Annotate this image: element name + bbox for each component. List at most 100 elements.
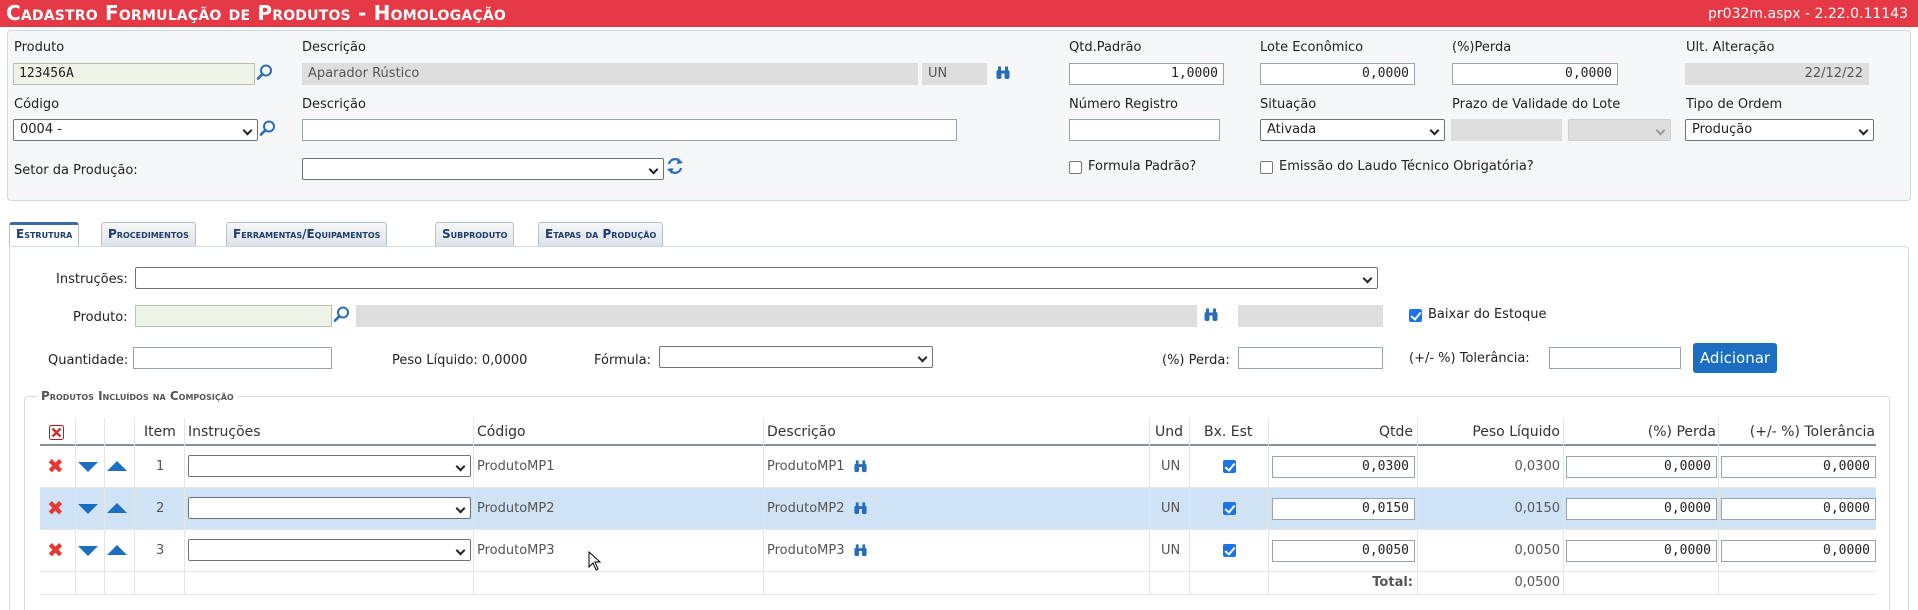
codigo-search-icon[interactable] — [259, 119, 277, 137]
tipo-ordem-select[interactable]: Produção — [1685, 119, 1874, 141]
emissao-laudo-label: Emissão do Laudo Técnico Obrigatória? — [1279, 159, 1534, 174]
row-separator — [40, 529, 1876, 530]
row-item: 3 — [156, 543, 165, 558]
ult-alteracao-input: 22/12/22 — [1685, 63, 1869, 85]
row-und: UN — [1161, 501, 1181, 516]
quantidade-label: Quantidade: — [48, 353, 129, 368]
numero-registro-label: Número Registro — [1069, 97, 1178, 112]
delete-all-icon[interactable] — [49, 425, 64, 440]
table-row: ✖ 1 ProdutoMP1 ProdutoMP1 UN 0,0300 0,03… — [40, 447, 1876, 487]
produto-estrutura-input[interactable] — [135, 305, 332, 327]
qtd-padrao-label: Qtd.Padrão — [1069, 40, 1142, 55]
tolerancia-input[interactable] — [1549, 347, 1681, 369]
row-bx-est-checkbox[interactable] — [1223, 544, 1236, 557]
instrucoes-select[interactable] — [135, 267, 1378, 289]
row-perda-input[interactable]: 0,0000 — [1566, 540, 1717, 562]
tab-procedimentos[interactable]: Procedimentos — [101, 222, 196, 246]
table-row: ✖ 2 ProdutoMP2 ProdutoMP2 UN 0,0150 0,01… — [40, 489, 1876, 529]
row-instrucoes-select[interactable] — [188, 455, 471, 477]
col-bx-est: Bx. Est — [1204, 424, 1253, 440]
numero-registro-input[interactable] — [1069, 119, 1220, 141]
codigo-label: Código — [14, 97, 60, 112]
row-qtde-input[interactable]: 0,0150 — [1272, 498, 1415, 520]
baixar-estoque-checkbox[interactable] — [1409, 309, 1422, 322]
title-bar: Cadastro Formulação de Produtos - Homolo… — [0, 0, 1918, 27]
qtd-padrao-input[interactable]: 1,0000 — [1069, 63, 1224, 85]
move-down-icon[interactable] — [78, 461, 98, 473]
chevron-down-icon — [917, 352, 928, 363]
formula-select[interactable] — [659, 346, 933, 368]
binoculars-icon[interactable] — [853, 543, 868, 558]
situacao-select[interactable]: Ativada — [1260, 119, 1445, 141]
formula-padrao-checkbox[interactable] — [1069, 161, 1082, 174]
row-instrucoes-select[interactable] — [188, 539, 471, 561]
unit-input: UN — [922, 63, 987, 85]
tab-estrutura[interactable]: Estrutura — [9, 222, 80, 247]
move-up-icon[interactable] — [107, 544, 127, 556]
move-down-icon[interactable] — [78, 503, 98, 515]
row-perda-input[interactable]: 0,0000 — [1566, 456, 1717, 478]
binoculars-icon[interactable] — [1203, 307, 1219, 323]
chevron-down-icon — [1429, 125, 1440, 136]
chevron-down-icon — [455, 545, 466, 556]
formula-padrao-label: Formula Padrão? — [1088, 159, 1197, 174]
lote-economico-input[interactable]: 0,0000 — [1260, 63, 1415, 85]
delete-row-icon[interactable]: ✖ — [47, 540, 64, 560]
move-down-icon[interactable] — [78, 545, 98, 557]
row-perda-input[interactable]: 0,0000 — [1566, 498, 1717, 520]
produto-estrutura-search-icon[interactable] — [333, 305, 351, 323]
tab-ferramentas-equipamentos[interactable]: Ferramentas/Equipamentos — [226, 222, 388, 246]
col-instrucoes: Instruções — [188, 424, 261, 440]
setor-producao-select[interactable] — [302, 158, 664, 180]
row-peso-liquido: 0,0300 — [1514, 459, 1561, 474]
row-bx-est-checkbox[interactable] — [1223, 502, 1236, 515]
row-descricao: ProdutoMP3 — [767, 543, 845, 558]
perda-input[interactable]: 0,0000 — [1452, 63, 1618, 85]
col-tolerancia: (+/- %) Tolerância — [1749, 424, 1875, 440]
move-up-icon[interactable] — [107, 460, 127, 472]
delete-row-icon[interactable]: ✖ — [47, 456, 64, 476]
descricao2-input[interactable] — [302, 119, 957, 141]
prazo-validade-unit-select — [1568, 119, 1671, 141]
emissao-laudo-checkbox[interactable] — [1260, 161, 1273, 174]
table-row: ✖ 3 ProdutoMP3 ProdutoMP3 UN 0,0050 0,00… — [40, 531, 1876, 571]
row-instrucoes-select[interactable] — [188, 497, 471, 519]
row-und: UN — [1161, 459, 1181, 474]
row-tolerancia-input[interactable]: 0,0000 — [1721, 540, 1876, 562]
perda-estrutura-input[interactable] — [1238, 347, 1383, 369]
total-value: 0,0500 — [1514, 575, 1561, 590]
col-descricao: Descrição — [767, 424, 836, 440]
produto-input[interactable]: 123456A — [13, 63, 255, 85]
ult-alteracao-label: Ult. Alteração — [1686, 40, 1775, 55]
binoculars-icon[interactable] — [853, 459, 868, 474]
chevron-down-icon — [1362, 273, 1373, 284]
produto-search-icon[interactable] — [256, 63, 274, 81]
chevron-down-icon — [1858, 125, 1869, 136]
row-tolerancia-input[interactable]: 0,0000 — [1721, 498, 1876, 520]
peso-liquido-label: Peso Líquido: 0,0000 — [392, 353, 528, 368]
codigo-select[interactable]: 0004 - — [13, 119, 258, 141]
col-perda: (%) Perda — [1647, 424, 1716, 440]
refresh-icon[interactable] — [666, 156, 684, 176]
header-form-panel — [7, 30, 1911, 201]
row-qtde-input[interactable]: 0,0300 — [1272, 456, 1415, 478]
row-bx-est-checkbox[interactable] — [1223, 460, 1236, 473]
perda-label: (%)Perda — [1452, 40, 1512, 55]
col-peso-liquido: Peso Líquido — [1472, 424, 1560, 440]
adicionar-button[interactable]: Adicionar — [1693, 343, 1777, 373]
descricao2-label: Descrição — [302, 97, 366, 112]
delete-row-icon[interactable]: ✖ — [47, 498, 64, 518]
tab-etapas-producao[interactable]: Etapas da Produção — [538, 222, 664, 246]
row-tolerancia-input[interactable]: 0,0000 — [1721, 456, 1876, 478]
quantidade-input[interactable] — [133, 347, 332, 369]
binoculars-icon[interactable] — [995, 65, 1011, 81]
tab-subproduto[interactable]: Subproduto — [435, 222, 515, 246]
row-separator — [40, 571, 1876, 572]
chevron-down-icon — [242, 125, 253, 136]
baixar-estoque-label: Baixar do Estoque — [1428, 307, 1547, 322]
row-qtde-input[interactable]: 0,0050 — [1272, 540, 1415, 562]
chevron-down-icon — [1655, 125, 1666, 136]
prazo-validade-input — [1451, 119, 1562, 141]
binoculars-icon[interactable] — [853, 501, 868, 516]
move-up-icon[interactable] — [107, 502, 127, 514]
